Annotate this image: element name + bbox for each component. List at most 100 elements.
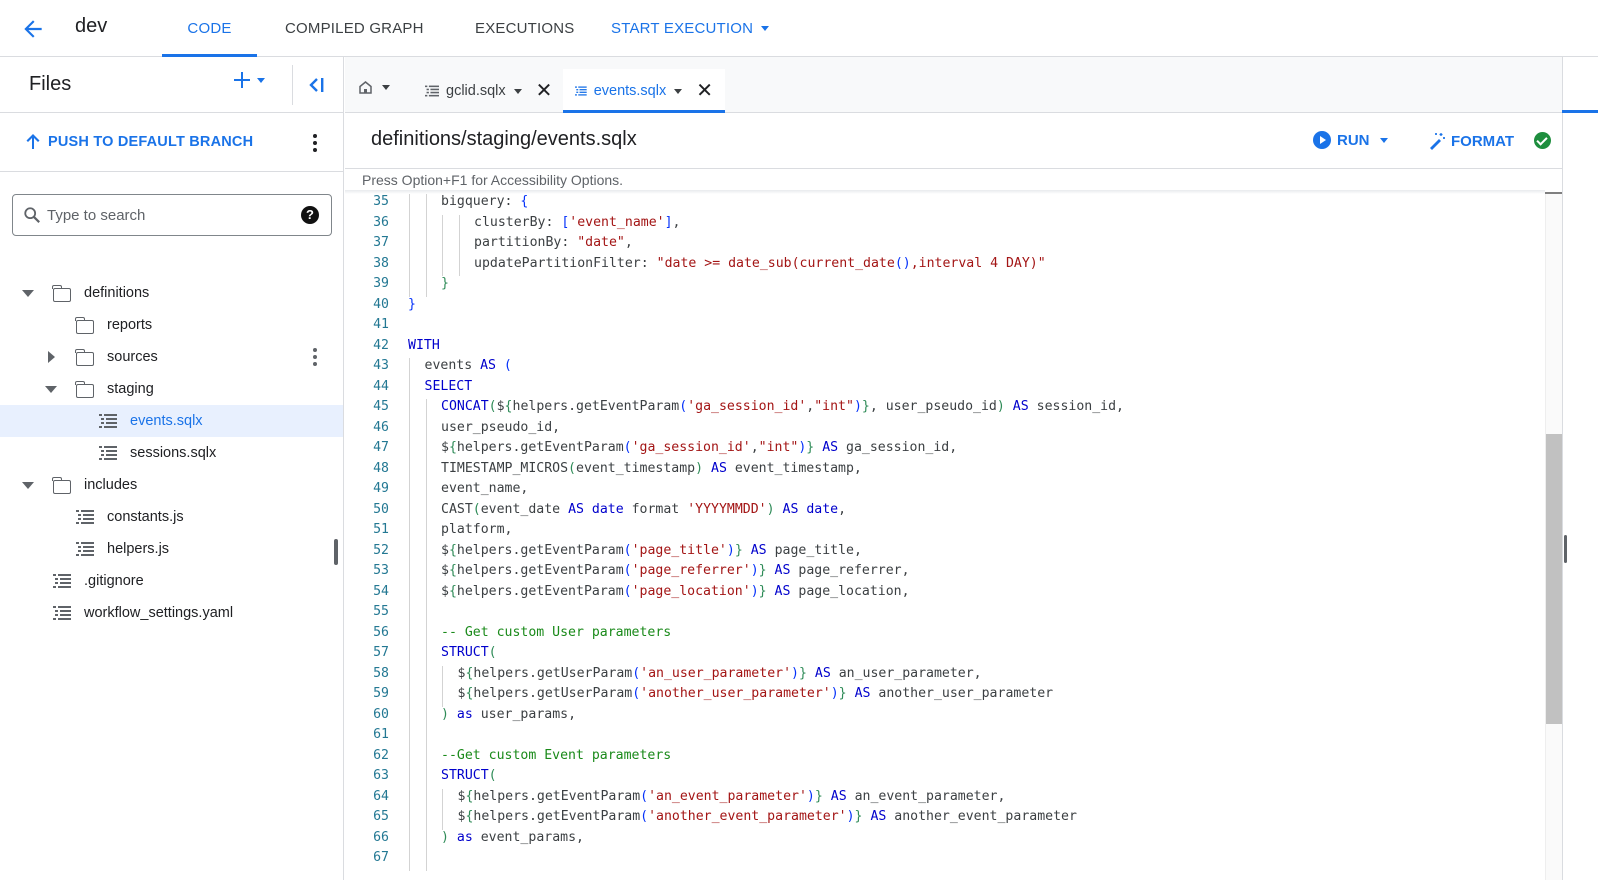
code-line[interactable]: 62 --Get custom Event parameters bbox=[345, 747, 1545, 768]
line-number: 60 bbox=[373, 706, 389, 722]
tree-file-constants-js[interactable]: constants.js bbox=[0, 501, 343, 533]
code-token: 'YYYYMMDD' bbox=[687, 501, 767, 517]
more-vert-icon[interactable] bbox=[305, 346, 325, 368]
tree-file-sessions-sqlx[interactable]: sessions.sqlx bbox=[0, 437, 343, 469]
code-line[interactable]: 39} bbox=[345, 276, 1545, 297]
expand-arrow-icon[interactable] bbox=[48, 351, 55, 363]
code-token: ( bbox=[623, 440, 632, 455]
search-input[interactable] bbox=[47, 206, 287, 224]
code-line[interactable]: 56 -- Get custom User parameters bbox=[345, 624, 1545, 645]
code-line[interactable]: 43 events AS ( bbox=[345, 358, 1545, 379]
tree-file-events-sqlx[interactable]: events.sqlx bbox=[0, 405, 343, 437]
tab-gclid-sqlx[interactable]: gclid.sqlx ✕ bbox=[413, 69, 564, 113]
code-token: ) bbox=[830, 686, 839, 701]
tree-folder-staging[interactable]: staging bbox=[0, 373, 343, 405]
tree-file-workflow-settings[interactable]: workflow_settings.yaml bbox=[0, 597, 343, 629]
chevron-down-icon[interactable] bbox=[674, 88, 683, 94]
expand-arrow-icon[interactable] bbox=[22, 482, 34, 489]
close-icon[interactable]: ✕ bbox=[696, 81, 713, 101]
run-button[interactable]: RUN bbox=[1313, 131, 1388, 149]
indent-guide bbox=[425, 276, 427, 297]
indent-guide bbox=[425, 214, 427, 235]
help-icon[interactable]: ? bbox=[301, 206, 319, 224]
push-to-default-branch-button[interactable]: PUSH TO DEFAULT BRANCH bbox=[25, 133, 253, 150]
code-token: ) bbox=[766, 501, 775, 517]
code-text: SELECT bbox=[425, 379, 473, 394]
tab-events-sqlx[interactable]: events.sqlx ✕ bbox=[563, 69, 725, 113]
code-line[interactable]: 42 WITH bbox=[345, 338, 1545, 359]
code-line[interactable]: 57 STRUCT( bbox=[345, 645, 1545, 666]
code-line[interactable]: 47 ${helpers.getEventParam('ga_session_id… bbox=[345, 440, 1545, 461]
expand-arrow-icon[interactable] bbox=[45, 386, 57, 393]
code-line[interactable]: 35 bigquery: { bbox=[345, 194, 1545, 215]
run-label: RUN bbox=[1337, 131, 1370, 149]
format-button[interactable]: FORMAT bbox=[1427, 131, 1514, 151]
code-line[interactable]: 58 ${helpers.getUserParam('an_user_parame… bbox=[345, 665, 1545, 686]
code-line[interactable]: 64 ${helpers.getEventParam('an_event_para… bbox=[345, 788, 1545, 809]
start-execution-button[interactable]: START EXECUTION bbox=[611, 0, 770, 57]
code-token: AS bbox=[750, 542, 767, 558]
code-line[interactable]: 41 bbox=[345, 317, 1545, 338]
line-number: 55 bbox=[373, 604, 389, 619]
code-line[interactable]: 65 ${helpers.getEventParam('another_event… bbox=[345, 809, 1545, 830]
code-line[interactable]: 54 ${helpers.getEventParam('page_location… bbox=[345, 583, 1545, 604]
code-line[interactable]: 63 STRUCT( bbox=[345, 768, 1545, 789]
code-text: updatePartitionFilter: "date >= date_sub… bbox=[474, 256, 1046, 271]
line-number: 65 bbox=[373, 809, 389, 824]
code-token: } bbox=[814, 788, 823, 804]
code-editor[interactable]: 35 bigquery: {36 clusterBy: ['event_name']… bbox=[345, 193, 1545, 880]
indent-guide bbox=[458, 235, 460, 256]
chevron-down-icon[interactable] bbox=[513, 88, 522, 94]
indent-guide bbox=[442, 788, 443, 809]
code-line[interactable]: 44 SELECT bbox=[345, 378, 1545, 399]
add-file-button[interactable] bbox=[233, 71, 265, 89]
code-line[interactable]: 36 clusterBy: ['event_name'], bbox=[345, 214, 1545, 235]
back-arrow-icon[interactable] bbox=[20, 16, 46, 42]
home-tab[interactable] bbox=[359, 81, 390, 94]
indent-guide bbox=[425, 829, 427, 850]
code-token: 'page_referrer' bbox=[631, 563, 751, 578]
tab-code[interactable]: CODE bbox=[162, 0, 257, 57]
indent-guide bbox=[409, 686, 410, 707]
code-line[interactable]: 53 ${helpers.getEventParam('page_referrer… bbox=[345, 563, 1545, 584]
editor-scrollbar-thumb[interactable] bbox=[1546, 434, 1562, 724]
panel-resize-handle[interactable] bbox=[1564, 535, 1567, 563]
code-line[interactable]: 52 ${helpers.getEventParam('page_title')}… bbox=[345, 542, 1545, 563]
code-line[interactable]: 49 event_name, bbox=[345, 481, 1545, 502]
indent-guide bbox=[425, 522, 427, 543]
code-line[interactable]: 59 ${helpers.getUserParam('another_user_p… bbox=[345, 686, 1545, 707]
code-line[interactable]: 46 user_pseudo_id, bbox=[345, 419, 1545, 440]
code-token: AS bbox=[568, 501, 584, 517]
code-line[interactable]: 50 CAST(event_date AS date format 'YYYYMM… bbox=[345, 501, 1545, 522]
code-line[interactable]: 48 TIMESTAMP_MICROS(event_timestamp) AS e… bbox=[345, 460, 1545, 481]
indent-guide bbox=[409, 481, 410, 502]
code-line[interactable]: 37 partitionBy: "date", bbox=[345, 235, 1545, 256]
tree-folder-reports[interactable]: reports bbox=[0, 309, 343, 341]
code-line[interactable]: 66) as event_params, bbox=[345, 829, 1545, 850]
tab-executions[interactable]: EXECUTIONS bbox=[475, 0, 575, 57]
tree-file-helpers-js[interactable]: helpers.js bbox=[0, 533, 343, 565]
expand-arrow-icon[interactable] bbox=[22, 290, 34, 297]
more-vert-icon[interactable] bbox=[305, 132, 325, 154]
code-line[interactable]: 51 platform, bbox=[345, 522, 1545, 543]
tree-file-gitignore[interactable]: .gitignore bbox=[0, 565, 343, 597]
code-line[interactable]: 55 bbox=[345, 604, 1545, 625]
tree-folder-sources[interactable]: sources bbox=[0, 341, 343, 373]
code-line[interactable]: 38 updatePartitionFilter: "date >= date_s… bbox=[345, 255, 1545, 276]
code-line[interactable]: 40} bbox=[345, 297, 1545, 318]
close-icon[interactable]: ✕ bbox=[536, 81, 553, 101]
code-line[interactable]: 61 bbox=[345, 727, 1545, 748]
tree-folder-includes[interactable]: includes bbox=[0, 469, 343, 501]
code-line[interactable]: 67 bbox=[345, 850, 1545, 871]
code-token: helpers.getEventParam bbox=[512, 399, 680, 414]
collapse-panel-icon[interactable] bbox=[306, 74, 328, 96]
code-line[interactable]: 60) as user_params, bbox=[345, 706, 1545, 727]
folder-icon bbox=[52, 477, 71, 494]
tab-compiled-graph[interactable]: COMPILED GRAPH bbox=[285, 0, 424, 57]
tree-scrollbar[interactable] bbox=[334, 539, 338, 565]
tree-folder-definitions[interactable]: definitions bbox=[0, 277, 343, 309]
code-line[interactable]: 45 CONCAT(${helpers.getEventParam('ga_ses… bbox=[345, 399, 1545, 420]
code-token: clusterBy: bbox=[474, 214, 562, 230]
